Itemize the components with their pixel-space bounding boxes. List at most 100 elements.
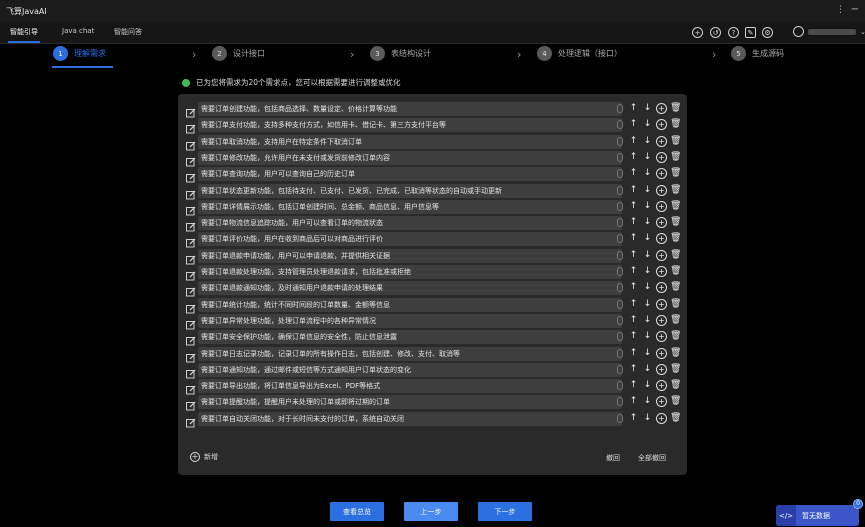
delete-icon[interactable]: 🗑 <box>670 348 681 359</box>
requirement-text[interactable]: 需要订单导出功能，将订单信息导出为Excel、PDF等格式 <box>198 379 622 394</box>
move-down-icon[interactable]: ↓ <box>642 315 653 326</box>
move-down-icon[interactable]: ↓ <box>642 233 653 244</box>
move-down-icon[interactable]: ↓ <box>642 119 653 130</box>
edit-icon[interactable] <box>186 168 196 183</box>
add-circle-icon[interactable]: + <box>656 200 667 212</box>
move-down-icon[interactable]: ↓ <box>642 331 653 342</box>
delete-icon[interactable]: 🗑 <box>670 331 681 342</box>
requirement-text[interactable]: 需要订单物流信息追踪功能，用户可以查看订单的物流状态 <box>198 216 622 231</box>
delete-icon[interactable]: 🗑 <box>670 217 681 228</box>
delete-icon[interactable]: 🗑 <box>670 364 681 375</box>
requirement-text[interactable]: 需要订单修改功能，允许用户在未支付或发货前修改订单内容 <box>198 150 622 165</box>
add-circle-icon[interactable]: + <box>656 314 667 326</box>
step-2[interactable]: 2 设计接口 <box>212 46 265 61</box>
tab-smart-guide[interactable]: 智能引导 <box>8 27 40 43</box>
move-up-icon[interactable]: ↑ <box>628 282 639 293</box>
undo-button[interactable]: 撤回 <box>606 453 620 463</box>
delete-icon[interactable]: 🗑 <box>670 299 681 310</box>
move-down-icon[interactable]: ↓ <box>642 380 653 391</box>
mic-icon[interactable] <box>617 283 623 293</box>
add-circle-icon[interactable]: + <box>656 412 667 424</box>
tab-smart-qa[interactable]: 智能问答 <box>114 27 142 37</box>
move-up-icon[interactable]: ↑ <box>628 185 639 196</box>
move-down-icon[interactable]: ↓ <box>642 299 653 310</box>
mic-icon[interactable] <box>617 185 623 195</box>
requirement-text[interactable]: 需要订单取消功能，支持用户在特定条件下取消订单 <box>198 134 622 149</box>
mic-icon[interactable] <box>617 397 623 407</box>
edit-icon[interactable] <box>186 217 196 232</box>
delete-icon[interactable]: 🗑 <box>670 103 681 114</box>
more-icon[interactable]: ⋮ <box>836 5 845 15</box>
delete-icon[interactable]: 🗑 <box>670 250 681 261</box>
prev-step-button[interactable]: 上一步 <box>404 502 458 521</box>
move-up-icon[interactable]: ↑ <box>628 103 639 114</box>
step-3[interactable]: 3 表结构设计 <box>370 46 431 61</box>
requirement-text[interactable]: 需要订单状态更新功能，包括待支付、已支付、已发货、已完成、已取消等状态的自动或手… <box>198 183 622 198</box>
move-down-icon[interactable]: ↓ <box>642 152 653 163</box>
mic-icon[interactable] <box>617 267 623 276</box>
move-up-icon[interactable]: ↑ <box>628 136 639 147</box>
delete-icon[interactable]: 🗑 <box>670 233 681 244</box>
mic-icon[interactable] <box>617 120 623 130</box>
move-up-icon[interactable]: ↑ <box>628 348 639 359</box>
edit-icon[interactable] <box>186 250 196 265</box>
add-circle-icon[interactable]: + <box>656 396 667 408</box>
delete-icon[interactable]: 🗑 <box>670 201 681 212</box>
mic-icon[interactable] <box>617 381 623 391</box>
requirement-text[interactable]: 需要订单通知功能，通过邮件或短信等方式通知用户订单状态的变化 <box>198 362 622 377</box>
edit-icon[interactable] <box>186 266 196 281</box>
delete-icon[interactable]: 🗑 <box>670 413 681 424</box>
add-circle-icon[interactable]: + <box>656 347 667 359</box>
requirement-text[interactable]: 需要订单退款处理功能，支持管理员处理退款请求，包括批准或拒绝 <box>198 265 622 279</box>
delete-icon[interactable]: 🗑 <box>670 168 681 179</box>
requirement-text[interactable]: 需要订单评价功能，用户在收到商品后可以对商品进行评价 <box>198 232 622 247</box>
edit-icon[interactable] <box>186 233 196 248</box>
step-1[interactable]: 1 理解需求 <box>53 46 106 61</box>
edit-icon[interactable]: ✎ <box>745 27 756 38</box>
add-circle-icon[interactable]: + <box>656 103 667 114</box>
add-circle-icon[interactable]: + <box>656 331 667 343</box>
move-down-icon[interactable]: ↓ <box>642 250 653 261</box>
mic-icon[interactable] <box>617 136 623 146</box>
mic-icon[interactable] <box>617 315 623 325</box>
mic-icon[interactable] <box>617 364 623 374</box>
mic-icon[interactable] <box>617 332 623 342</box>
add-circle-icon[interactable]: + <box>656 135 667 147</box>
edit-icon[interactable] <box>186 282 196 297</box>
move-down-icon[interactable]: ↓ <box>642 266 653 277</box>
move-up-icon[interactable]: ↑ <box>628 315 639 326</box>
settings-icon[interactable]: ⚙ <box>762 27 773 38</box>
requirement-text[interactable]: 需要订单退款通知功能，及时通知用户退款申请的处理结果 <box>198 281 622 296</box>
move-down-icon[interactable]: ↓ <box>642 136 653 147</box>
requirement-text[interactable]: 需要订单退款申请功能，用户可以申请退款，并提供相关证据 <box>198 248 622 263</box>
mic-icon[interactable] <box>617 169 623 179</box>
add-circle-icon[interactable]: + <box>656 266 667 277</box>
move-down-icon[interactable]: ↓ <box>642 348 653 359</box>
edit-icon[interactable] <box>186 413 196 428</box>
move-up-icon[interactable]: ↑ <box>628 152 639 163</box>
edit-icon[interactable] <box>186 136 196 151</box>
undo-all-button[interactable]: 全部撤回 <box>638 453 666 463</box>
user-menu[interactable]: ⌄ <box>793 26 865 37</box>
delete-icon[interactable]: 🗑 <box>670 136 681 147</box>
delete-icon[interactable]: 🗑 <box>670 119 681 130</box>
view-summary-button[interactable]: 查看总览 <box>330 502 384 521</box>
edit-icon[interactable] <box>186 152 196 167</box>
edit-icon[interactable] <box>186 185 196 199</box>
history-icon[interactable]: ↺ <box>710 27 721 38</box>
step-5[interactable]: 5 生成源码 <box>731 46 784 61</box>
move-down-icon[interactable]: ↓ <box>642 217 653 228</box>
move-up-icon[interactable]: ↑ <box>628 413 639 424</box>
requirement-text[interactable]: 需要订单详情展示功能，包括订单创建时间、总金额、商品信息、用户信息等 <box>198 199 622 214</box>
add-circle-icon[interactable]: + <box>656 380 667 392</box>
add-circle-icon[interactable]: + <box>656 168 667 180</box>
move-up-icon[interactable]: ↑ <box>628 299 639 310</box>
edit-icon[interactable] <box>186 396 196 411</box>
add-circle-icon[interactable]: + <box>656 249 667 261</box>
edit-icon[interactable] <box>186 348 196 362</box>
add-circle-icon[interactable]: + <box>656 298 667 310</box>
add-circle-icon[interactable]: + <box>656 151 667 163</box>
requirement-text[interactable]: 需要订单安全保护功能，确保订单信息的安全性，防止信息泄露 <box>198 330 622 345</box>
edit-icon[interactable] <box>186 315 196 330</box>
mic-icon[interactable] <box>617 104 623 113</box>
